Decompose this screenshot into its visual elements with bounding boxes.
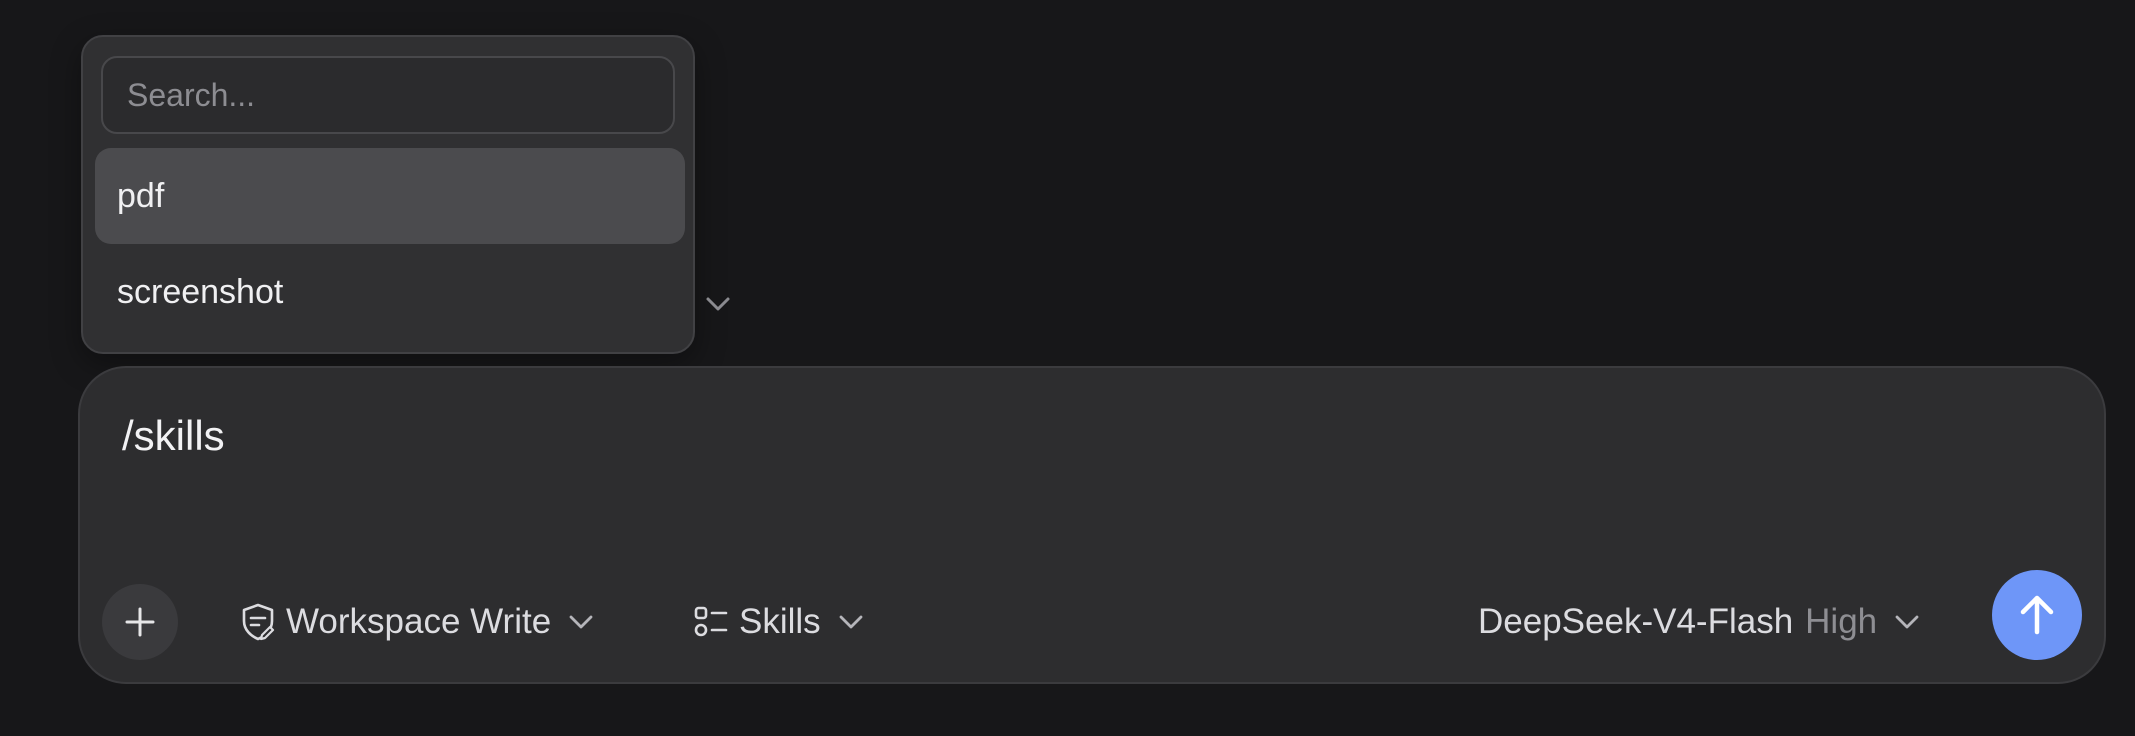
chevron-down-icon[interactable] [703,292,733,316]
add-attachment-button[interactable] [102,584,178,660]
chevron-down-icon [1893,612,1921,632]
plus-icon [125,607,155,637]
prompt-input[interactable]: /skills [122,412,225,460]
skills-search-input[interactable] [125,75,651,115]
shield-edit-icon [240,602,276,642]
model-name: DeepSeek-V4-Flash [1478,602,1794,641]
skill-option-pdf[interactable]: pdf [95,148,685,244]
chevron-down-icon [837,612,865,632]
model-selector[interactable]: DeepSeek-V4-Flash High [1478,594,1921,650]
list-icon [693,604,729,640]
skill-option-label: pdf [117,176,165,215]
arrow-up-icon [2020,595,2054,635]
skill-option-screenshot[interactable]: screenshot [95,244,685,340]
skills-search-field[interactable] [101,56,675,134]
skills-label: Skills [739,602,821,641]
message-composer: /skills Workspace Write Skills DeepSeek-… [78,366,2106,684]
permission-mode-label: Workspace Write [286,602,552,641]
model-effort: High [1805,602,1878,641]
chevron-down-icon [567,612,595,632]
permission-mode-dropdown[interactable]: Workspace Write [240,594,595,650]
send-button[interactable] [1992,570,2082,660]
skills-dropdown[interactable]: Skills [693,594,865,650]
skills-popover: pdf screenshot [81,35,695,354]
skill-option-label: screenshot [117,272,284,311]
